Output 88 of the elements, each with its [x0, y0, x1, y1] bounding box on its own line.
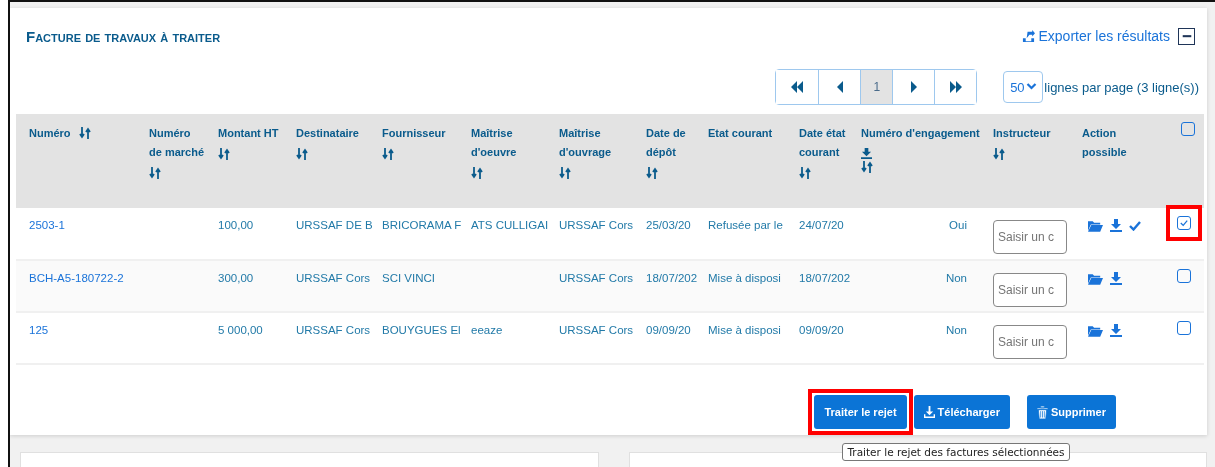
- invoice-link[interactable]: 125: [29, 324, 49, 336]
- delete-button[interactable]: Supprimer: [1027, 395, 1116, 429]
- table-cell: 100,00: [218, 219, 254, 231]
- check-icon: [1179, 219, 1188, 227]
- pagination-button[interactable]: [934, 70, 977, 104]
- folder-icon[interactable]: [1088, 324, 1103, 337]
- pagination-button[interactable]: 1: [860, 70, 893, 104]
- column-header: Numéro d'engagement: [861, 126, 980, 141]
- table-cell: Mise à disposi: [708, 324, 781, 336]
- row-checkbox[interactable]: [1176, 321, 1191, 335]
- download-icon[interactable]: [861, 148, 872, 159]
- instructor-field[interactable]: Saisir un c: [993, 273, 1067, 307]
- sort-icon[interactable]: [218, 148, 230, 160]
- table-cell: BRICORAMA F: [382, 219, 462, 231]
- table-cell: URSSAF Cors: [559, 219, 634, 231]
- table-cell: 09/09/20: [646, 324, 691, 336]
- panel-title: Facture de travaux à traiter: [26, 27, 221, 45]
- download-icon[interactable]: [1110, 324, 1122, 337]
- collapse-button[interactable]: [1178, 27, 1195, 45]
- folder-icon[interactable]: [1088, 272, 1103, 285]
- table-cell: URSSAF Cors: [296, 272, 371, 284]
- double-left-icon: [790, 81, 805, 93]
- sort-icon[interactable]: [559, 167, 571, 179]
- table-cell: SCI VINCI: [382, 272, 436, 284]
- table-cell: URSSAF DE B: [296, 219, 373, 231]
- table-cell: Oui: [949, 219, 967, 231]
- instructor-field[interactable]: Saisir un c: [993, 325, 1067, 359]
- tooltip: Traiter le rejet des factures sélectionnées: [842, 443, 1070, 461]
- page-size-label: lignes par page (3 ligne(s)): [1044, 79, 1199, 95]
- reject-button[interactable]: Traiter le rejet: [814, 395, 907, 429]
- table-cell: 300,00: [218, 272, 254, 284]
- sort-icon[interactable]: [646, 167, 658, 179]
- left-icon: [835, 81, 844, 93]
- column-header: Montant HT: [218, 126, 279, 141]
- check-icon[interactable]: [1129, 220, 1141, 231]
- table-cell: Refusée par le: [708, 219, 783, 231]
- sort-icon[interactable]: [471, 167, 483, 179]
- table-cell: URSSAF Cors: [559, 272, 634, 284]
- table-cell: Non: [945, 324, 967, 336]
- invoice-link[interactable]: BCH-A5-180722-2: [29, 272, 124, 284]
- export-icon: [1021, 29, 1035, 43]
- sort-icon[interactable]: [861, 161, 873, 173]
- download-icon: [923, 406, 935, 418]
- table-cell: ATS CULLIGAI: [471, 219, 549, 231]
- select-all-checkbox[interactable]: [1180, 122, 1195, 136]
- table-cell: eeaze: [471, 324, 503, 336]
- column-header: Numéro de marché: [149, 126, 206, 160]
- invoice-link[interactable]: 2503-1: [29, 219, 65, 231]
- instructor-field[interactable]: Saisir un c: [993, 220, 1067, 254]
- sort-icon[interactable]: [78, 127, 91, 139]
- page-size-select[interactable]: 50: [1003, 71, 1044, 103]
- download-icon[interactable]: [1110, 272, 1122, 285]
- table-cell: 18/07/202: [646, 272, 698, 284]
- download-button[interactable]: Télécharger: [913, 395, 1010, 429]
- sort-icon[interactable]: [799, 167, 811, 179]
- column-header: Etat courant: [708, 126, 773, 141]
- row-checkbox[interactable]: [1176, 269, 1191, 283]
- export-link[interactable]: Exporter les résultats: [1021, 28, 1170, 44]
- table-cell: 09/09/20: [799, 324, 844, 336]
- double-right-icon: [948, 81, 963, 93]
- column-header: Maîtrise d'oeuvre: [471, 126, 518, 160]
- sort-icon[interactable]: [382, 148, 394, 160]
- table-cell: URSSAF Cors: [559, 324, 634, 336]
- chevron-down-icon: [1025, 83, 1037, 91]
- table-cell: 24/07/20: [799, 219, 844, 231]
- column-header: Destinataire: [296, 126, 359, 141]
- row-checkbox[interactable]: [1176, 216, 1191, 230]
- column-header: Instructeur: [993, 126, 1051, 141]
- table-cell: 5 000,00: [218, 324, 263, 336]
- column-header: Date de dépôt: [646, 126, 687, 160]
- column-header: Action possible: [1082, 126, 1128, 160]
- table-cell: 18/07/202: [799, 272, 851, 284]
- folder-icon[interactable]: [1088, 219, 1103, 232]
- right-icon: [909, 81, 918, 93]
- table-cell: BOUYGUES El: [382, 324, 461, 336]
- column-header: Numéro: [29, 126, 71, 141]
- column-header: Fournisseur: [382, 126, 446, 141]
- download-icon[interactable]: [1110, 219, 1122, 232]
- column-header: Date état courant: [799, 126, 847, 160]
- table-cell: URSSAF Cors: [296, 324, 371, 336]
- table-cell: 25/03/20: [646, 219, 691, 231]
- column-header: Maîtrise d'ouvrage: [559, 126, 613, 160]
- sort-icon[interactable]: [993, 148, 1005, 160]
- table-cell: Mise à disposi: [708, 272, 781, 284]
- sort-icon[interactable]: [149, 167, 161, 179]
- sort-icon[interactable]: [296, 148, 308, 160]
- trash-icon: [1037, 405, 1048, 419]
- table-cell: Non: [945, 272, 967, 284]
